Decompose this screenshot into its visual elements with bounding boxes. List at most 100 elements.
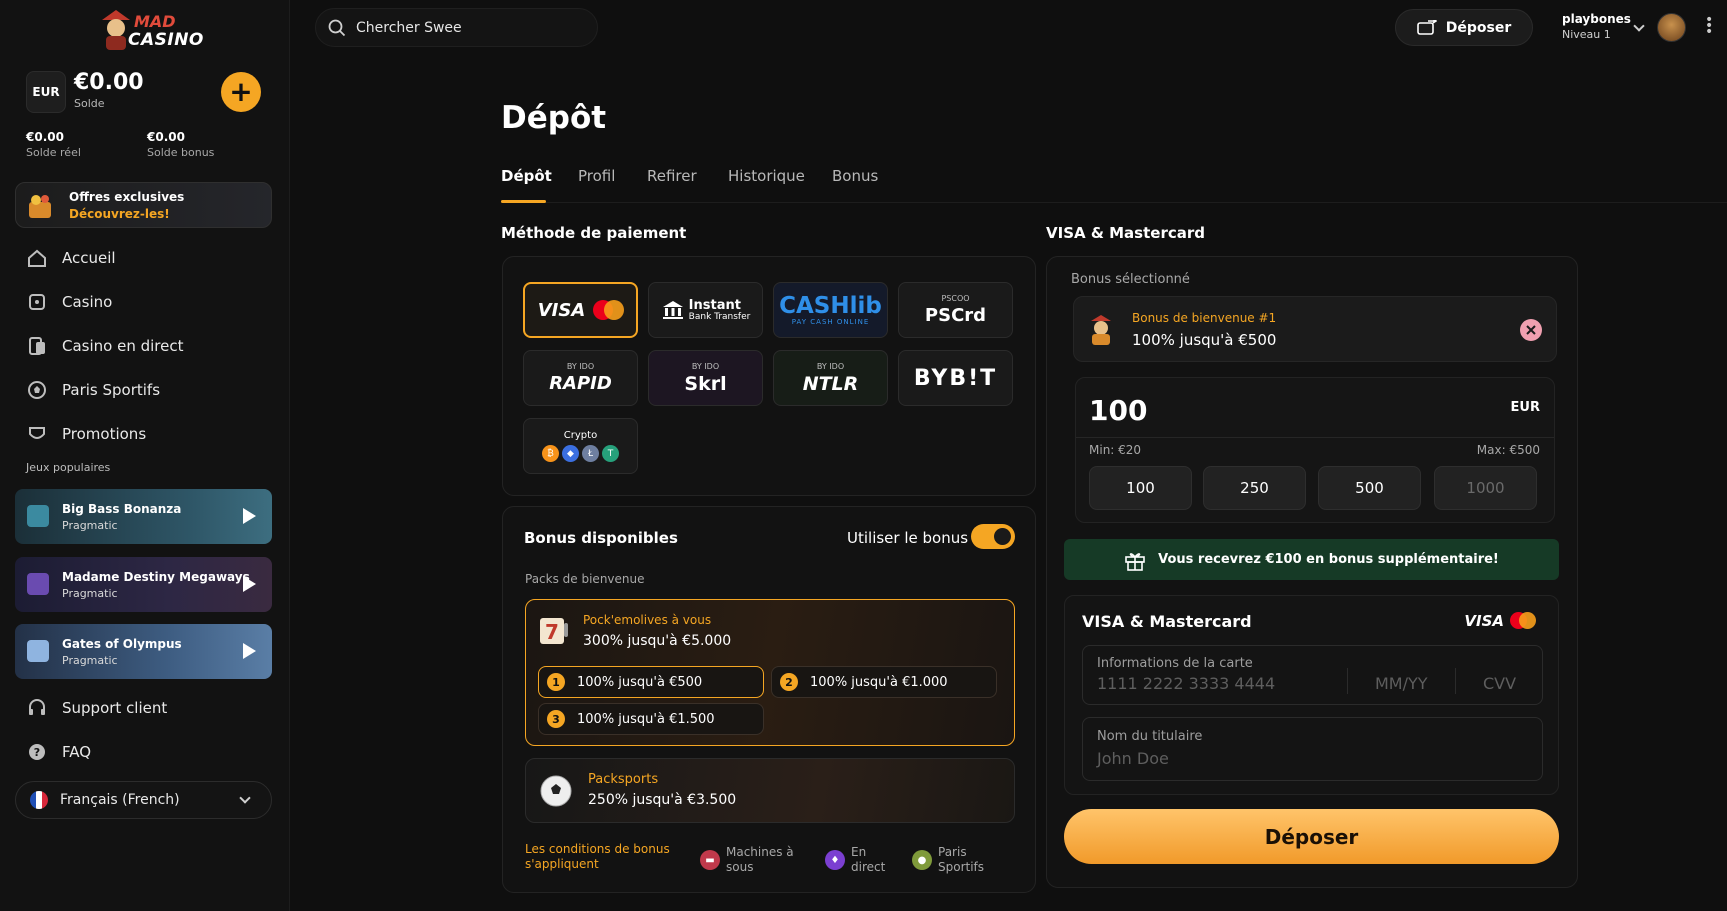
cvv-input[interactable]: CVV (1483, 674, 1516, 693)
play-icon[interactable] (243, 643, 256, 659)
nav-item-accueil[interactable]: Accueil (26, 243, 266, 273)
nav-item-casino-en-direct[interactable]: Casino en direct (26, 331, 266, 361)
game-card[interactable]: Gates of Olympus Pragmatic (15, 624, 272, 679)
payment-method-skrl[interactable]: BY IDO Skrl (648, 350, 763, 406)
nav-label: Accueil (62, 249, 116, 267)
nav-item-faq[interactable]: ? FAQ (26, 737, 266, 767)
avatar[interactable] (1657, 13, 1686, 42)
real-balance-label: Solde réel (26, 146, 81, 159)
cardholder-field[interactable]: Nom du titulaire John Doe (1082, 717, 1543, 781)
toggle-knob (994, 528, 1011, 545)
legend-line: sous (726, 860, 754, 874)
topbar-deposit-button[interactable]: Déposer (1395, 9, 1533, 46)
game-provider: Pragmatic (62, 519, 118, 532)
option-number: 2 (780, 673, 798, 691)
card-brand-logos: VISA (1464, 612, 1536, 630)
chevron-down-icon (239, 792, 251, 804)
amount-value[interactable]: 100 (1089, 394, 1147, 427)
payment-method-crypto[interactable]: Crypto ₿ ◆ Ł T (523, 418, 638, 474)
legend-line: En (851, 845, 867, 859)
card-number-input[interactable]: 1111 2222 3333 4444 (1097, 674, 1275, 693)
nav-item-support[interactable]: Support client (26, 693, 266, 723)
deposit-submit-button[interactable]: Déposer (1064, 809, 1559, 864)
quick-amount-1000[interactable]: 1000 (1434, 466, 1537, 510)
amount-divider (1076, 437, 1554, 438)
use-bonus-label: Utiliser le bonus (847, 529, 969, 547)
selected-bonus-value: 100% jusqu'à €500 (1132, 331, 1277, 349)
remove-bonus-button[interactable] (1520, 319, 1542, 341)
language-selector[interactable]: Français (French) (15, 781, 272, 819)
legend-line: direct (851, 860, 886, 874)
legend-sports: ● Paris Sportifs (912, 845, 984, 875)
use-bonus-toggle[interactable] (971, 524, 1015, 549)
nav-label: Casino en direct (62, 337, 184, 355)
tab-historique[interactable]: Historique (728, 167, 805, 185)
payment-method-rapid[interactable]: BY IDO RAPID (523, 350, 638, 406)
payment-method-pscrd[interactable]: PSCOO PSCrd (898, 282, 1013, 338)
payment-method-instant-bank-transfer[interactable]: Instant Bank Transfer (648, 282, 763, 338)
bonus-option-1[interactable]: 1 100% jusqu'à €500 (538, 666, 764, 698)
quick-amount-100[interactable]: 100 (1089, 466, 1192, 510)
bonus-option-2[interactable]: 2 100% jusqu'à €1.000 (771, 666, 997, 698)
option-label: 100% jusqu'à €1.000 (810, 674, 948, 690)
live-casino-icon (26, 335, 48, 357)
nav-label: Casino (62, 293, 113, 311)
visa-section-heading: VISA & Mastercard (1046, 224, 1205, 242)
more-options-icon[interactable]: • • • (1705, 13, 1713, 39)
bonus-terms-link[interactable]: Les conditions de bonus s'appliquent (525, 842, 670, 872)
welcome-pack-card[interactable]: 7 Pock'emolives à vous 300% jusqu'à €5.0… (525, 599, 1015, 746)
quick-amount-500[interactable]: 500 (1318, 466, 1421, 510)
option-number: 3 (547, 710, 565, 728)
cashlib-tagline: PAY CASH ONLINE (791, 318, 870, 326)
nav-item-paris-sportifs[interactable]: Paris Sportifs (26, 375, 266, 405)
payment-method-cashlib[interactable]: CASHlib PAY CASH ONLINE (773, 282, 888, 338)
tab-refirer[interactable]: Refirer (647, 167, 697, 185)
mascot-icon (1091, 315, 1111, 345)
mastercard-icon (1510, 612, 1536, 630)
game-provider: Pragmatic (62, 654, 118, 667)
tab-depot[interactable]: Dépôt (501, 167, 552, 185)
card-form-heading: VISA & Mastercard (1082, 612, 1252, 631)
option-label: 100% jusqu'à €500 (577, 674, 703, 690)
currency-badge[interactable]: EUR (26, 71, 66, 113)
cardholder-input[interactable]: John Doe (1097, 749, 1169, 768)
pack-value: 300% jusqu'à €5.000 (583, 633, 732, 649)
add-funds-button[interactable]: + (221, 72, 261, 112)
pack-name: Packsports (588, 772, 659, 787)
game-card[interactable]: Big Bass Bonanza Pragmatic (15, 489, 272, 544)
user-menu[interactable]: playbones Niveau 1 (1562, 12, 1631, 41)
ethereum-icon: ◆ (562, 445, 579, 462)
tab-profil[interactable]: Profil (578, 167, 615, 185)
mad-casino-logo[interactable]: MAD CASINO (100, 8, 210, 52)
search-bar[interactable] (315, 8, 598, 47)
chevron-down-icon[interactable] (1633, 20, 1645, 32)
sports-pack-card[interactable]: Packsports 250% jusqu'à €3.500 (525, 758, 1015, 823)
gift-icon (1125, 552, 1145, 571)
method-label: Instant (688, 297, 741, 313)
search-input[interactable] (356, 19, 576, 36)
bonus-option-3[interactable]: 3 100% jusqu'à €1.500 (538, 703, 764, 735)
svg-text:?: ? (34, 746, 40, 759)
quick-amount-250[interactable]: 250 (1203, 466, 1306, 510)
visa-logo: VISA (1464, 612, 1504, 630)
tab-bonus[interactable]: Bonus (832, 167, 878, 185)
play-icon[interactable] (243, 508, 256, 524)
nav-item-casino[interactable]: Casino (26, 287, 266, 317)
selected-bonus-card[interactable]: Bonus de bienvenue #1 100% jusqu'à €500 (1073, 296, 1557, 362)
pack-value: 250% jusqu'à €3.500 (588, 792, 737, 808)
method-sublabel: Bank Transfer (688, 311, 751, 322)
exclusive-offers-card[interactable]: Offres exclusives Découvrez-les! (15, 182, 272, 228)
game-thumbnail (27, 640, 49, 662)
card-info-field[interactable]: Informations de la carte 1111 2222 3333 … (1082, 645, 1543, 705)
payment-method-visa-mastercard[interactable]: VISA (523, 282, 638, 338)
payment-method-bybit[interactable]: BYB!T (898, 350, 1013, 406)
pscrd-logo: PSCrd (924, 305, 987, 326)
nav-label: FAQ (62, 743, 92, 761)
game-card[interactable]: Madame Destiny Megaways Pragmatic (15, 557, 272, 612)
payment-method-ntlr[interactable]: BY IDO NTLR (773, 350, 888, 406)
nav-item-promotions[interactable]: Promotions (26, 419, 266, 449)
close-icon (1526, 325, 1536, 335)
play-icon[interactable] (243, 576, 256, 592)
expiry-input[interactable]: MM/YY (1375, 674, 1428, 693)
legend-line: Sportifs (938, 860, 985, 874)
